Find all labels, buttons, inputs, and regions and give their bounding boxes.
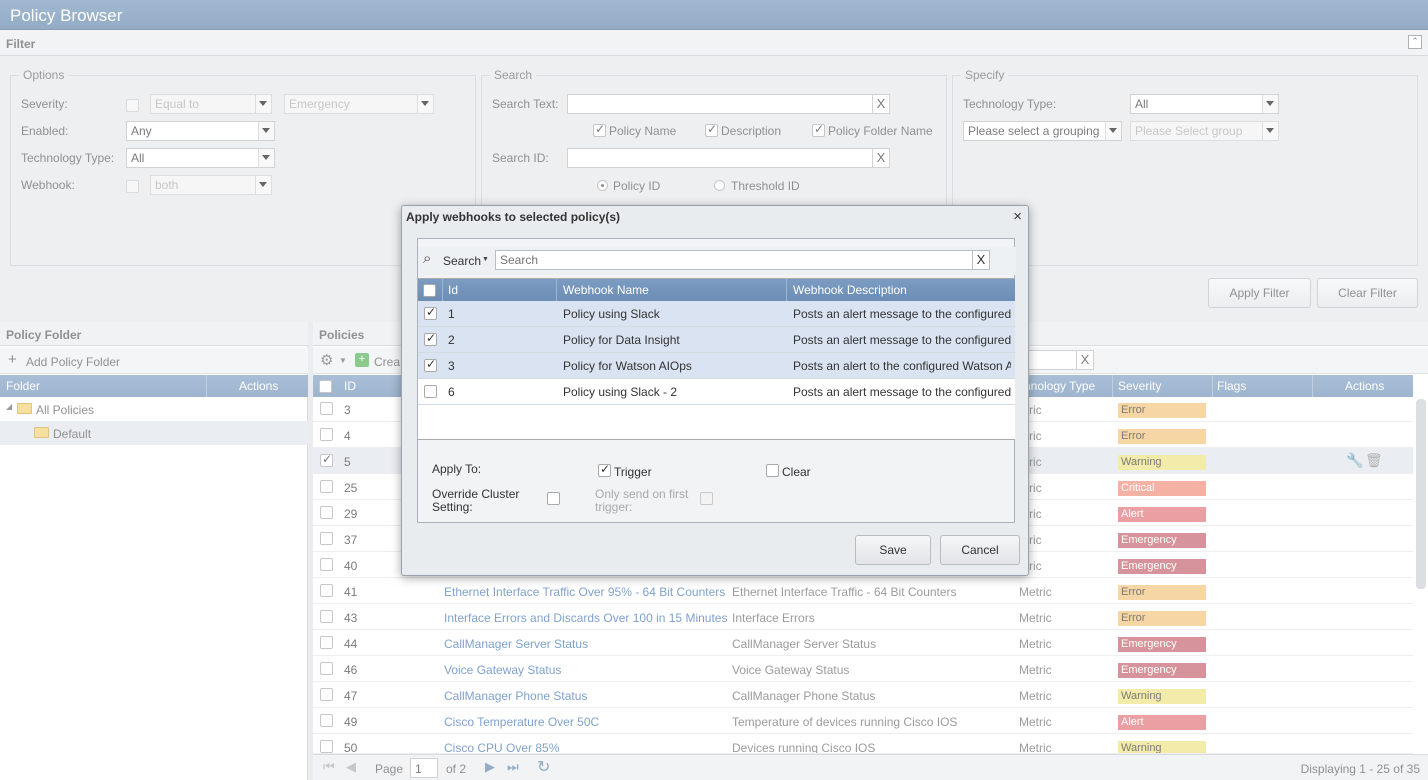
override-cluster-checkbox[interactable] — [547, 492, 560, 505]
webhook-name-column[interactable]: Webhook Name — [563, 283, 649, 297]
cancel-button[interactable]: Cancel — [940, 535, 1020, 565]
webhook-description: Posts an alert message to the configured… — [793, 385, 1011, 399]
clear-label: Clear — [782, 465, 811, 479]
first-trigger-label-line1: Only send on first — [595, 487, 689, 501]
dialog-title: Apply webhooks to selected policy(s) — [406, 210, 621, 224]
webhook-description: Posts an alert to the configured Watson … — [793, 359, 1011, 373]
first-trigger-checkbox[interactable] — [700, 492, 713, 505]
webhook-id: 1 — [448, 307, 455, 321]
webhook-checkbox[interactable] — [424, 385, 437, 398]
first-trigger-label-line2: trigger: — [595, 500, 633, 514]
webhook-checkbox[interactable] — [424, 333, 437, 346]
webhook-checkbox[interactable] — [424, 307, 437, 320]
webhook-description-column[interactable]: Webhook Description — [793, 283, 907, 297]
webhook-row[interactable]: 1 Policy using Slack Posts an alert messag… — [418, 301, 1015, 327]
webhook-checkbox[interactable] — [424, 359, 437, 372]
chevron-down-icon — [1109, 128, 1117, 133]
webhook-row[interactable]: 6 Policy using Slack - 2 Posts an alert me… — [418, 379, 1015, 405]
webhook-id-column[interactable]: Id — [448, 283, 458, 297]
select-all-webhooks-checkbox[interactable] — [423, 284, 436, 297]
clear-checkbox[interactable] — [766, 464, 779, 477]
dialog-body: ⌕ Search ▼ X Id Webhook Name Webhook Des… — [417, 238, 1016, 523]
webhook-row[interactable]: 2 Policy for Data Insight Posts an alert m… — [418, 327, 1015, 353]
chevron-down-icon — [262, 155, 270, 160]
override-label-line1: Override Cluster — [432, 487, 520, 501]
webhook-id: 6 — [448, 385, 455, 399]
trigger-checkbox[interactable] — [598, 462, 611, 477]
column-separator — [786, 279, 787, 301]
webhook-grid: Id Webhook Name Webhook Description 1 Pol… — [418, 278, 1015, 440]
save-button[interactable]: Save — [855, 535, 931, 565]
chevron-down-icon — [262, 128, 270, 133]
webhook-id: 2 — [448, 333, 455, 347]
override-label-line2: Setting: — [432, 500, 473, 514]
webhook-name: Policy using Slack - 2 — [563, 385, 678, 399]
column-separator — [556, 279, 557, 301]
chevron-down-icon — [421, 101, 429, 106]
search-mode-button[interactable]: Search — [443, 254, 481, 268]
apply-webhooks-dialog: Apply webhooks to selected policy(s) × ⌕… — [401, 205, 1029, 576]
webhook-name: Policy using Slack — [563, 307, 660, 321]
webhook-description: Posts an alert message to the configured… — [793, 333, 1011, 347]
webhook-search-bar: ⌕ Search ▼ X — [418, 247, 1016, 275]
webhook-id: 3 — [448, 359, 455, 373]
clear-webhook-search-icon[interactable]: X — [972, 250, 990, 270]
webhook-name: Policy for Data Insight — [563, 333, 680, 347]
chevron-down-icon — [1266, 128, 1274, 133]
webhook-search-input[interactable] — [495, 250, 973, 270]
chevron-down-icon — [259, 182, 267, 187]
trigger-label: Trigger — [614, 465, 652, 479]
chevron-down-icon — [259, 101, 267, 106]
search-icon: ⌕ — [423, 250, 432, 267]
apply-to-label: Apply To: — [432, 462, 482, 476]
webhook-name: Policy for Watson AIOps — [563, 359, 692, 373]
webhook-row[interactable]: 3 Policy for Watson AIOps Posts an alert t… — [418, 353, 1015, 379]
webhook-column-header: Id Webhook Name Webhook Description — [418, 279, 1015, 301]
chevron-down-icon — [1266, 101, 1274, 106]
close-icon[interactable]: × — [1013, 208, 1022, 225]
column-separator — [442, 279, 443, 301]
chevron-down-icon[interactable]: ▼ — [482, 256, 489, 263]
webhook-description: Posts an alert message to the configured… — [793, 307, 1011, 321]
